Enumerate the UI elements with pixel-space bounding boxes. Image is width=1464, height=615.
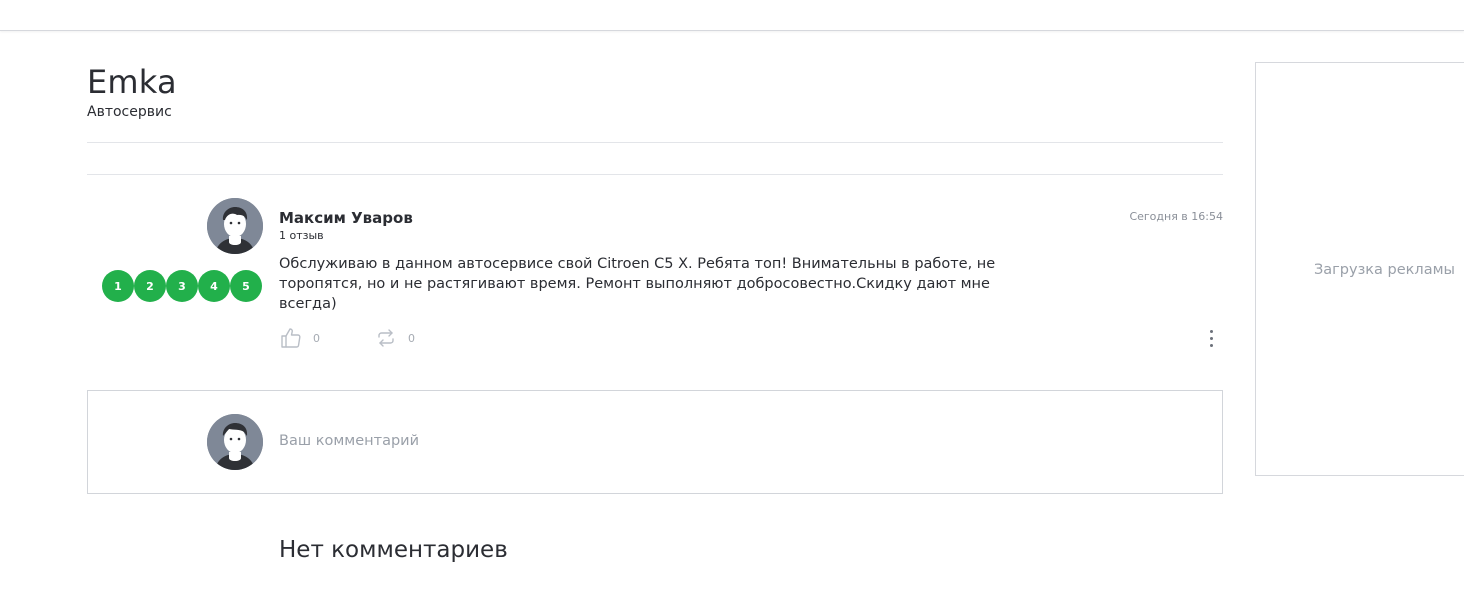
divider [87,142,1223,143]
more-dot [1209,329,1213,333]
review-date: Сегодня в 16:54 [1129,210,1223,223]
ad-loading-text: Загрузка рекламы [1314,262,1455,278]
rating-dot-1[interactable]: 1 [102,270,134,302]
rating-dot-3[interactable]: 3 [166,270,198,302]
company-name: Emka [87,63,177,101]
more-dot [1209,343,1213,347]
top-header-bar [0,0,1464,31]
review-author-avatar[interactable] [207,198,263,254]
rating-dot-5[interactable]: 5 [230,270,262,302]
rating-scale: 1 2 3 4 5 [102,270,262,302]
like-button[interactable]: 0 [279,326,320,350]
comment-input[interactable] [279,430,1179,452]
repeat-icon [378,329,394,347]
rating-dot-2[interactable]: 2 [134,270,166,302]
review-text: Обслуживаю в данном автосервисе свой Cit… [279,256,996,312]
divider [87,174,1223,175]
like-count: 0 [313,331,320,345]
review-actions: 0 0 [279,325,415,351]
repost-count: 0 [408,331,415,345]
more-vertical-icon[interactable] [1201,326,1221,350]
no-comments-text: Нет комментариев [279,537,508,563]
more-dot [1209,336,1213,340]
review-author-name[interactable]: Максим Уваров [279,208,413,228]
repost-button[interactable]: 0 [374,326,415,350]
rating-dot-4[interactable]: 4 [198,270,230,302]
company-category: Автосервис [87,104,172,120]
user-avatar-icon [207,414,263,470]
thumbs-up-icon [281,328,301,348]
user-avatar-icon [207,198,263,254]
current-user-avatar [207,414,263,470]
review-author-count[interactable]: 1 отзыв [279,229,324,243]
